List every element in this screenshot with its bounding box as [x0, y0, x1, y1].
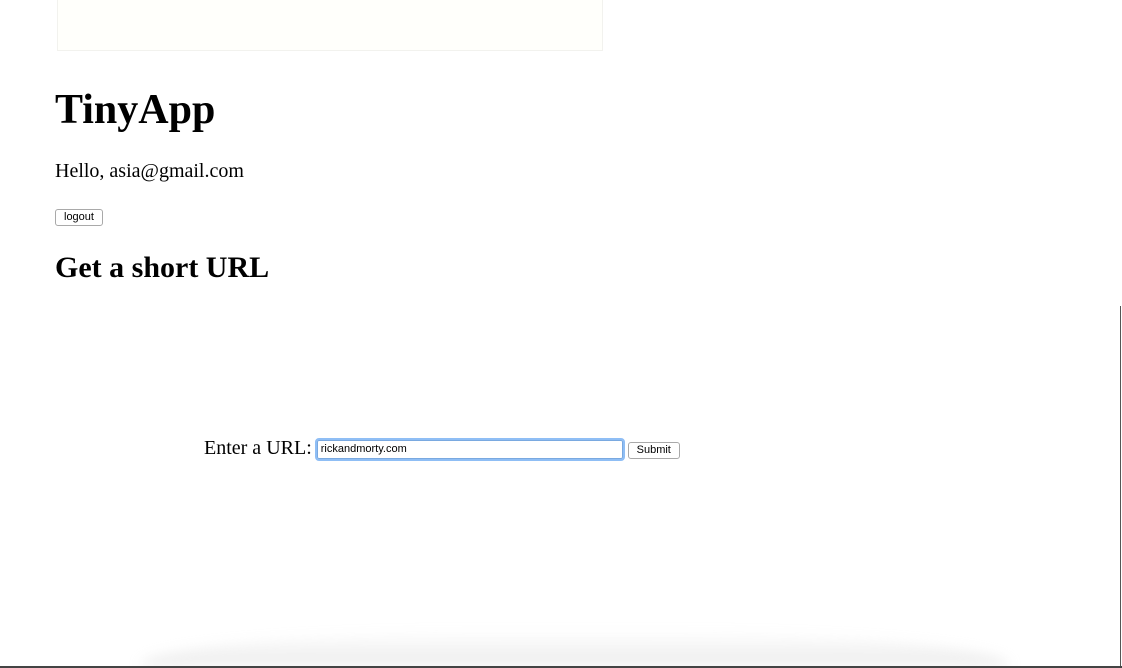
- logout-button[interactable]: logout: [55, 209, 103, 226]
- section-title: Get a short URL: [55, 251, 270, 284]
- bottom-shadow: [140, 630, 1010, 666]
- submit-button[interactable]: Submit: [627, 441, 680, 459]
- top-banner: [57, 0, 603, 51]
- right-edge-border: [1120, 306, 1121, 668]
- user-greeting: Hello, asia@gmail.com: [55, 160, 244, 182]
- app-title: TinyApp: [55, 87, 216, 133]
- url-form: Enter a URL: Submit: [204, 435, 680, 461]
- url-input[interactable]: [314, 437, 625, 461]
- url-label: Enter a URL:: [204, 437, 312, 459]
